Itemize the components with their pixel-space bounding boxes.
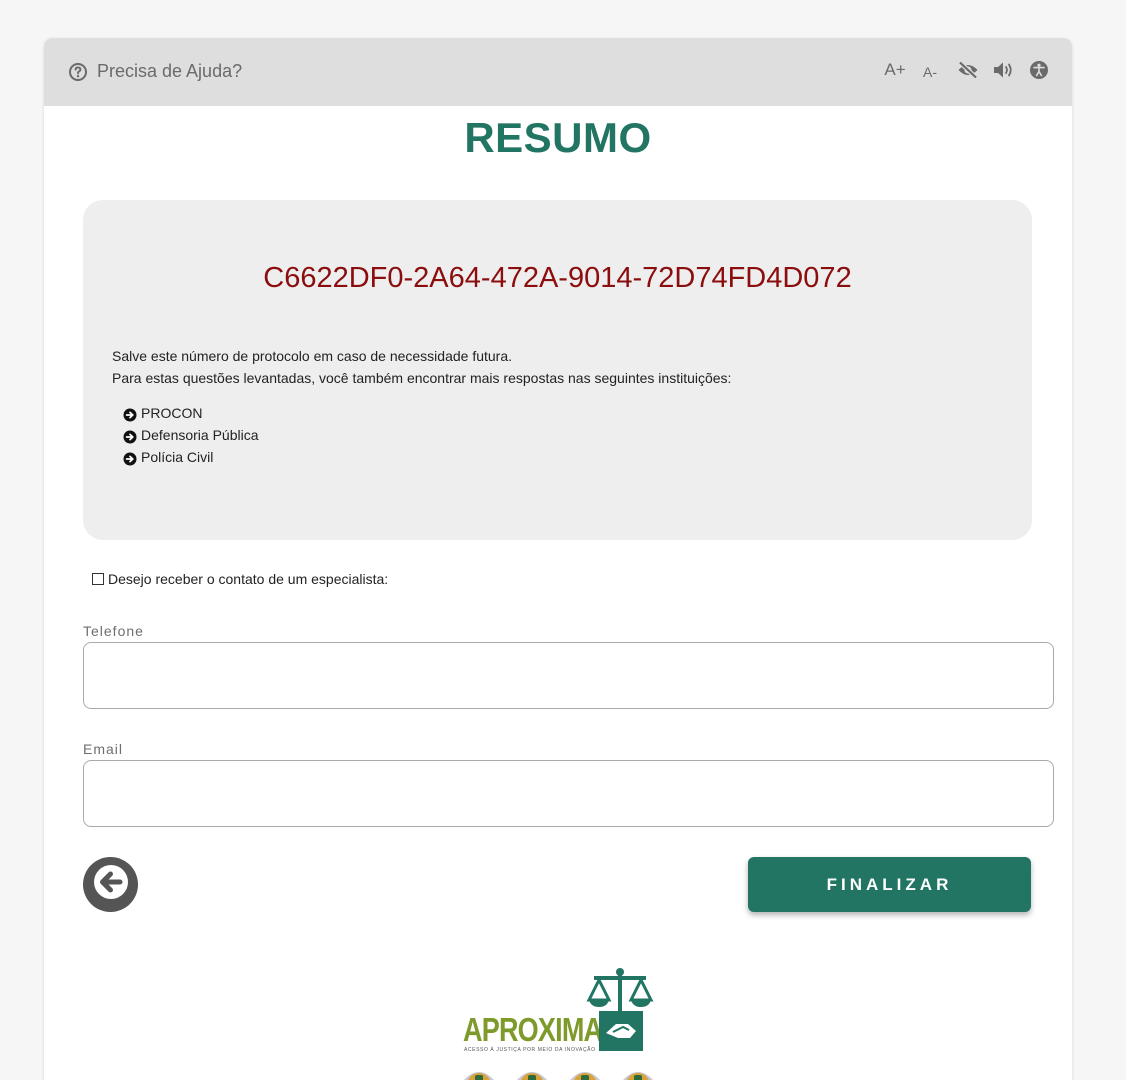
institution-list: PROCON Defensoria Pública Polícia Civil <box>123 402 259 468</box>
aproxima-logo: APROXIMA ACESSO À JUSTIÇA POR MEIO DA IN… <box>460 967 660 1057</box>
arrow-circle-right-icon <box>123 406 137 422</box>
email-label: Email <box>83 741 124 757</box>
list-item: Defensoria Pública <box>123 424 259 446</box>
scales-of-justice-icon <box>586 968 654 1051</box>
protocol-info: Salve este número de protocolo em caso d… <box>112 345 731 389</box>
institution-label: Polícia Civil <box>141 449 214 465</box>
partner-seal-icon <box>464 1072 494 1080</box>
specialist-contact-option[interactable]: Desejo receber o contato de um especiali… <box>92 571 388 587</box>
email-field[interactable] <box>83 760 1054 827</box>
help-label: Precisa de Ajuda? <box>97 61 243 81</box>
save-notice: Salve este número de protocolo em caso d… <box>112 348 513 364</box>
institution-label: PROCON <box>141 405 203 421</box>
accessibility-icon[interactable] <box>1028 60 1050 80</box>
logo-tagline: ACESSO À JUSTIÇA POR MEIO DA INOVAÇÃO <box>464 1047 596 1053</box>
partner-seal-icon <box>570 1072 600 1080</box>
phone-field[interactable] <box>83 642 1054 709</box>
main-card: Precisa de Ajuda? A+ A- RESUMO C6622DF0-… <box>44 38 1072 1080</box>
institution-label: Defensoria Pública <box>141 427 259 443</box>
back-button[interactable] <box>83 857 138 912</box>
accessibility-tools: A+ A- <box>882 60 1050 80</box>
specialist-contact-label: Desejo receber o contato de um especiali… <box>108 571 389 587</box>
phone-label: Telefone <box>83 623 144 639</box>
partner-seal-icon <box>517 1072 547 1080</box>
summary-box: C6622DF0-2A64-472A-9014-72D74FD4D072 Sal… <box>83 200 1032 540</box>
arrow-circle-right-icon <box>123 450 137 466</box>
more-info-text: Para estas questões levantadas, você tam… <box>112 370 732 386</box>
volume-icon[interactable] <box>992 61 1016 79</box>
help-link[interactable]: Precisa de Ajuda? <box>68 61 242 82</box>
partner-seal-icon <box>623 1072 653 1080</box>
font-increase-button[interactable]: A+ <box>882 60 908 80</box>
accessibility-toolbar: Precisa de Ajuda? A+ A- <box>44 38 1072 106</box>
arrow-left-icon <box>91 862 131 907</box>
font-decrease-button[interactable]: A- <box>920 61 940 80</box>
help-circle-icon <box>68 62 88 82</box>
page-title: RESUMO <box>464 114 652 161</box>
finalize-button[interactable]: FINALIZAR <box>748 857 1031 912</box>
logo-wordmark: APROXIMA <box>463 1011 603 1048</box>
list-item: Polícia Civil <box>123 446 259 468</box>
list-item: PROCON <box>123 402 259 424</box>
partner-badges <box>462 1068 655 1080</box>
specialist-contact-checkbox[interactable] <box>92 573 104 585</box>
arrow-circle-right-icon <box>123 428 137 444</box>
eye-slash-icon[interactable] <box>956 61 980 79</box>
protocol-number: C6622DF0-2A64-472A-9014-72D74FD4D072 <box>263 262 852 294</box>
